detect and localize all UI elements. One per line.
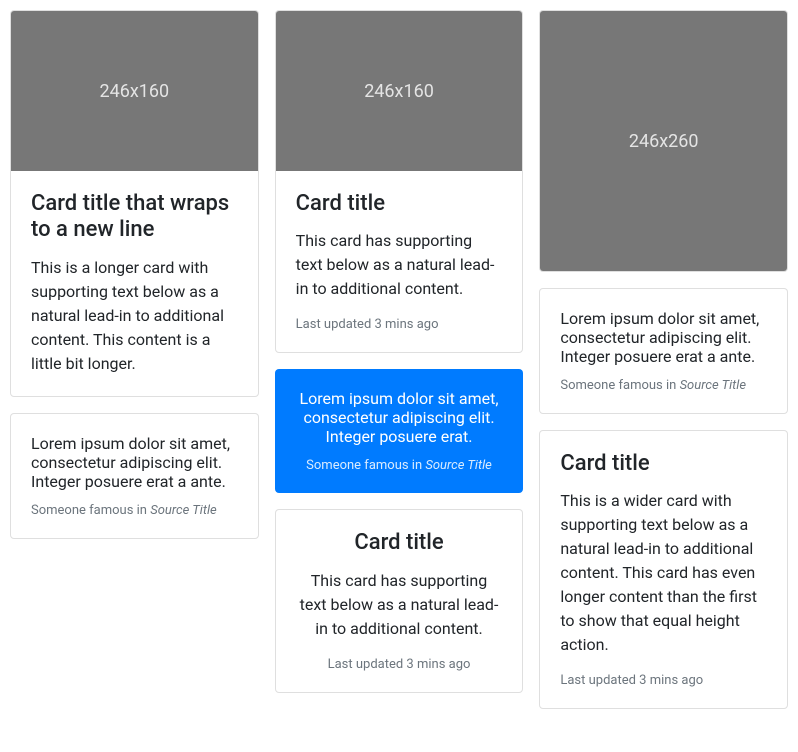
card-title: Card title <box>296 191 503 217</box>
card-title: Card title that wraps to a new line <box>31 191 238 244</box>
image-dimensions-label: 246x260 <box>629 131 699 152</box>
placeholder-image: 246x160 <box>11 11 258 171</box>
card-column-3: 246x260 Lorem ipsum dolor sit amet, cons… <box>539 10 788 709</box>
card-quote: Lorem ipsum dolor sit amet, consectetur … <box>10 413 259 539</box>
attribution-prefix: Someone famous in <box>306 458 425 473</box>
card-text: This is a wider card with supporting tex… <box>560 489 767 657</box>
card-body: Card title This card has supporting text… <box>276 171 523 352</box>
blockquote-attribution: Someone famous in Source Title <box>295 458 504 473</box>
card-body: Card title that wraps to a new line This… <box>11 171 258 396</box>
card: Card title This is a wider card with sup… <box>539 430 788 709</box>
card-column-1: 246x160 Card title that wraps to a new l… <box>10 10 259 709</box>
card-body: Card title This is a wider card with sup… <box>540 431 787 708</box>
placeholder-image: 246x260 <box>540 11 787 271</box>
source-title: Source Title <box>680 378 746 393</box>
card-footer-text: Last updated 3 mins ago <box>296 317 503 332</box>
card: 246x160 Card title that wraps to a new l… <box>10 10 259 397</box>
card-body: Card title This card has supporting text… <box>276 510 523 691</box>
card-text: This is a longer card with supporting te… <box>31 256 238 376</box>
card-footer-text: Last updated 3 mins ago <box>296 657 503 672</box>
card-quote: Lorem ipsum dolor sit amet, consectetur … <box>539 288 788 414</box>
card-body: Lorem ipsum dolor sit amet, consectetur … <box>11 414 258 538</box>
card-body: Lorem ipsum dolor sit amet, consectetur … <box>275 369 524 493</box>
card-text: This card has supporting text below as a… <box>296 229 503 301</box>
card-body: Lorem ipsum dolor sit amet, consectetur … <box>540 289 787 413</box>
source-title: Source Title <box>425 458 491 473</box>
card: 246x160 Card title This card has support… <box>275 10 524 353</box>
card-text: This card has supporting text below as a… <box>296 569 503 641</box>
placeholder-image: 246x160 <box>276 11 523 171</box>
blockquote-text: Lorem ipsum dolor sit amet, consectetur … <box>560 309 767 366</box>
card-quote-primary: Lorem ipsum dolor sit amet, consectetur … <box>275 369 524 493</box>
source-title: Source Title <box>150 503 216 518</box>
image-dimensions-label: 246x160 <box>364 81 434 102</box>
image-dimensions-label: 246x160 <box>100 81 170 102</box>
card-columns: 246x160 Card title that wraps to a new l… <box>10 10 788 709</box>
card-footer-text: Last updated 3 mins ago <box>560 673 767 688</box>
attribution-prefix: Someone famous in <box>560 378 679 393</box>
card-column-2: 246x160 Card title This card has support… <box>275 10 524 709</box>
attribution-prefix: Someone famous in <box>31 503 150 518</box>
blockquote-text: Lorem ipsum dolor sit amet, consectetur … <box>31 434 238 491</box>
card: Card title This card has supporting text… <box>275 509 524 692</box>
card-title: Card title <box>296 530 503 556</box>
blockquote-text: Lorem ipsum dolor sit amet, consectetur … <box>295 389 504 446</box>
card-image-only: 246x260 <box>539 10 788 272</box>
blockquote-attribution: Someone famous in Source Title <box>560 378 767 393</box>
card-title: Card title <box>560 451 767 477</box>
blockquote-attribution: Someone famous in Source Title <box>31 503 238 518</box>
